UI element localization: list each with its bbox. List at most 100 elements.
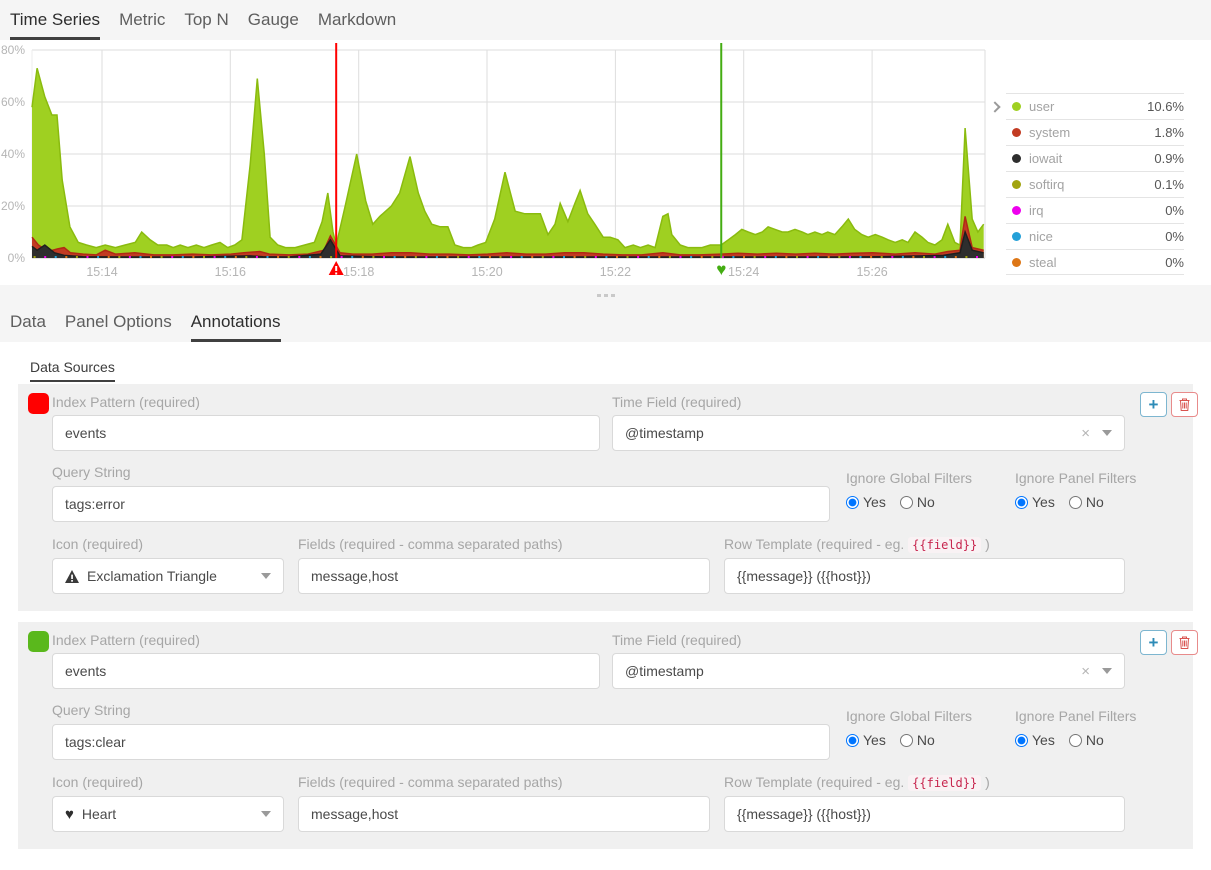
timeseries-chart-panel: 0%20%40%60%80%15:1415:1615:1815:2015:221… — [0, 40, 1211, 285]
time-field-select[interactable]: @timestamp × — [612, 415, 1125, 451]
ignore-global-filters-radios: Yes No — [846, 732, 935, 748]
ignore-global-yes-radio[interactable] — [846, 496, 859, 509]
series-label: system — [1029, 125, 1154, 140]
caret-down-icon[interactable] — [1102, 430, 1112, 436]
svg-text:80%: 80% — [1, 43, 25, 57]
ignore-global-no[interactable]: No — [900, 732, 935, 748]
time-field-value: @timestamp — [625, 663, 704, 679]
svg-text:40%: 40% — [1, 147, 25, 161]
caret-down-icon[interactable] — [261, 573, 271, 579]
svg-text:15:22: 15:22 — [600, 265, 631, 279]
svg-text:15:18: 15:18 — [343, 265, 374, 279]
ignore-panel-filters-radios: Yes No — [1015, 494, 1104, 510]
ignore-global-yes-radio[interactable] — [846, 734, 859, 747]
tab-data-sources[interactable]: Data Sources — [30, 359, 115, 382]
ignore-panel-yes-radio[interactable] — [1015, 496, 1028, 509]
svg-text:15:16: 15:16 — [215, 265, 246, 279]
tab-gauge[interactable]: Gauge — [248, 0, 299, 40]
ignore-panel-no[interactable]: No — [1069, 732, 1104, 748]
visualization-type-tabs: Time Series Metric Top N Gauge Markdown — [0, 0, 1211, 40]
series-value: 1.8% — [1154, 125, 1184, 140]
delete-datasource-button[interactable] — [1171, 392, 1198, 417]
query-string-input[interactable] — [52, 724, 830, 760]
row-template-label: Row Template (required - eg. {{field}} ) — [724, 774, 990, 790]
no-label: No — [917, 494, 935, 510]
tab-annotations[interactable]: Annotations — [191, 312, 281, 342]
clear-icon[interactable]: × — [1081, 664, 1090, 679]
series-label: softirq — [1029, 177, 1154, 192]
tab-data[interactable]: Data — [10, 312, 46, 342]
add-datasource-button[interactable]: + — [1140, 392, 1167, 417]
series-value: 0% — [1165, 229, 1184, 244]
caret-down-icon[interactable] — [1102, 668, 1112, 674]
ignore-global-no-radio[interactable] — [900, 734, 913, 747]
ignore-global-filters-radios: Yes No — [846, 494, 935, 510]
clear-icon[interactable]: × — [1081, 426, 1090, 441]
delete-datasource-button[interactable] — [1171, 630, 1198, 655]
time-field-value: @timestamp — [625, 425, 704, 441]
icon-label: Icon (required) — [52, 536, 143, 552]
series-color-dot — [1012, 232, 1021, 241]
color-swatch[interactable] — [28, 393, 49, 414]
series-value: 0.1% — [1154, 177, 1184, 192]
no-label: No — [1086, 732, 1104, 748]
tab-panel-options[interactable]: Panel Options — [65, 312, 172, 342]
row-template-input[interactable] — [724, 558, 1125, 594]
code-chip: {{field}} — [908, 775, 981, 791]
trash-icon — [1179, 636, 1190, 649]
no-label: No — [917, 732, 935, 748]
svg-text:15:20: 15:20 — [471, 265, 502, 279]
fields-input[interactable] — [298, 558, 710, 594]
time-field-label: Time Field (required) — [612, 632, 741, 648]
tab-top-n[interactable]: Top N — [184, 0, 228, 40]
code-chip: {{field}} — [908, 537, 981, 553]
ignore-panel-filters-label: Ignore Panel Filters — [1015, 470, 1136, 486]
ignore-panel-no-radio[interactable] — [1069, 734, 1082, 747]
svg-text:0%: 0% — [8, 251, 26, 265]
tab-markdown[interactable]: Markdown — [318, 0, 396, 40]
legend-item-steal[interactable]: steal0% — [1006, 249, 1184, 275]
row-template-input[interactable] — [724, 796, 1125, 832]
legend-item-softirq[interactable]: softirq0.1% — [1006, 171, 1184, 197]
index-pattern-input[interactable] — [52, 653, 600, 689]
ignore-global-filters-label: Ignore Global Filters — [846, 470, 972, 486]
ignore-panel-no-radio[interactable] — [1069, 496, 1082, 509]
fields-input[interactable] — [298, 796, 710, 832]
legend-item-system[interactable]: system1.8% — [1006, 119, 1184, 145]
time-field-label: Time Field (required) — [612, 394, 741, 410]
series-color-dot — [1012, 258, 1021, 267]
icon-select[interactable]: Exclamation Triangle — [52, 558, 284, 594]
ignore-panel-filters-label: Ignore Panel Filters — [1015, 708, 1136, 724]
ignore-panel-yes-radio[interactable] — [1015, 734, 1028, 747]
legend-item-irq[interactable]: irq0% — [1006, 197, 1184, 223]
ignore-global-yes[interactable]: Yes — [846, 494, 886, 510]
add-datasource-button[interactable]: + — [1140, 630, 1167, 655]
time-field-select[interactable]: @timestamp × — [612, 653, 1125, 689]
series-label: steal — [1029, 255, 1165, 270]
ignore-panel-yes[interactable]: Yes — [1015, 732, 1055, 748]
series-label: iowait — [1029, 151, 1154, 166]
color-swatch[interactable] — [28, 631, 49, 652]
series-label: user — [1029, 99, 1147, 114]
timeseries-chart[interactable]: 0%20%40%60%80%15:1415:1615:1815:2015:221… — [0, 40, 1000, 290]
ignore-global-no-radio[interactable] — [900, 496, 913, 509]
no-label: No — [1086, 494, 1104, 510]
tab-time-series[interactable]: Time Series — [10, 0, 100, 40]
legend-item-iowait[interactable]: iowait0.9% — [1006, 145, 1184, 171]
series-value: 0% — [1165, 255, 1184, 270]
caret-down-icon[interactable] — [261, 811, 271, 817]
legend-item-user[interactable]: user10.6% — [1006, 93, 1184, 119]
icon-select-value: Exclamation Triangle — [87, 568, 217, 584]
index-pattern-input[interactable] — [52, 415, 600, 451]
series-value: 0.9% — [1154, 151, 1184, 166]
icon-select[interactable]: ♥ Heart — [52, 796, 284, 832]
legend-item-nice[interactable]: nice0% — [1006, 223, 1184, 249]
ignore-global-yes[interactable]: Yes — [846, 732, 886, 748]
tab-metric[interactable]: Metric — [119, 0, 165, 40]
resize-drag-handle[interactable] — [597, 294, 615, 297]
heart-icon: ♥ — [65, 807, 74, 822]
ignore-panel-yes[interactable]: Yes — [1015, 494, 1055, 510]
ignore-panel-no[interactable]: No — [1069, 494, 1104, 510]
ignore-global-no[interactable]: No — [900, 494, 935, 510]
query-string-input[interactable] — [52, 486, 830, 522]
